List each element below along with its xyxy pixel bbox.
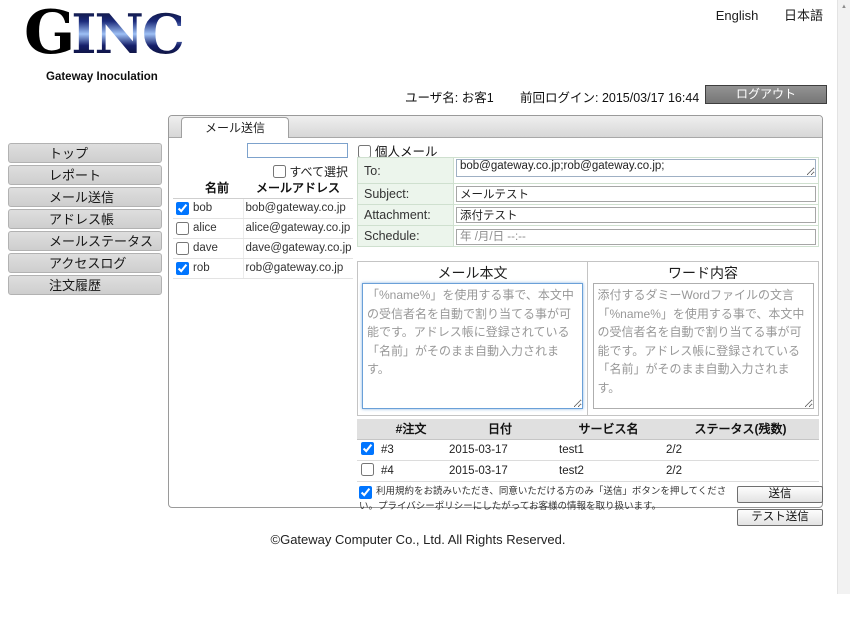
lang-link-japanese[interactable]: 日本語 bbox=[784, 8, 823, 23]
logo-wordmark: GINC bbox=[24, 4, 183, 77]
subject-input[interactable] bbox=[456, 186, 816, 202]
logout-button[interactable]: ログアウト bbox=[705, 85, 827, 104]
agreement-block: 利用規約をお読みいただき、同意いただける方のみ「送信」ボタンを押してください。プ… bbox=[359, 485, 737, 514]
order-header-checkbox-col bbox=[357, 419, 377, 439]
order-header-status: ステータス(残数) bbox=[662, 419, 819, 439]
order-header-service: サービス名 bbox=[555, 419, 662, 439]
schedule-input[interactable] bbox=[456, 229, 816, 245]
order-service: test2 bbox=[555, 460, 662, 481]
mail-send-panel: メール送信 すべて選択 名前 メールアドレス bob bob@gateway.c… bbox=[168, 115, 823, 508]
address-header-row: 名前 メールアドレス bbox=[173, 178, 353, 198]
page-scrollbar[interactable]: ▲ bbox=[837, 0, 850, 594]
order-row: #4 2015-03-17 test2 2/2 bbox=[357, 460, 819, 481]
address-search-input[interactable] bbox=[247, 143, 348, 158]
order-row-checkbox[interactable] bbox=[361, 442, 374, 455]
scroll-up-icon[interactable]: ▲ bbox=[838, 3, 850, 11]
send-button[interactable]: 送信 bbox=[737, 486, 823, 503]
select-all-checkbox[interactable] bbox=[273, 165, 286, 178]
tab-strip: メール送信 bbox=[169, 116, 822, 138]
address-header-checkbox-col bbox=[173, 178, 191, 198]
address-email: bob@gateway.co.jp bbox=[243, 198, 353, 218]
lang-link-english[interactable]: English bbox=[716, 8, 759, 23]
to-input[interactable]: bob@gateway.co.jp;rob@gateway.co.jp; bbox=[456, 159, 816, 177]
address-header-name: 名前 bbox=[191, 178, 243, 198]
sidebar-item-top[interactable]: トップ bbox=[8, 143, 162, 163]
mail-body-title: メール本文 bbox=[358, 262, 587, 283]
select-all-label: すべて選択 bbox=[289, 165, 348, 179]
order-header-row: #注文 日付 サービス名 ステータス(残数) bbox=[357, 419, 819, 439]
sidebar-item-access-log[interactable]: アクセスログ bbox=[8, 253, 162, 273]
address-header-email: メールアドレス bbox=[243, 178, 353, 198]
mail-body-textarea[interactable] bbox=[362, 283, 583, 409]
address-row-checkbox[interactable] bbox=[176, 242, 189, 255]
schedule-row: Schedule: bbox=[358, 226, 819, 247]
schedule-label: Schedule: bbox=[358, 226, 454, 247]
word-content-title: ワード内容 bbox=[588, 262, 818, 283]
logo-g-mark: G bbox=[24, 0, 71, 68]
order-id: #4 bbox=[377, 460, 445, 481]
sidebar-item-report[interactable]: レポート bbox=[8, 165, 162, 185]
sidebar: トップ レポート メール送信 アドレス帳 メールステータス アクセスログ 注文履… bbox=[8, 143, 162, 297]
address-row-checkbox[interactable] bbox=[176, 202, 189, 215]
order-date: 2015-03-17 bbox=[445, 460, 555, 481]
order-header-date: 日付 bbox=[445, 419, 555, 439]
subject-row: Subject: bbox=[358, 184, 819, 205]
order-id: #3 bbox=[377, 439, 445, 460]
language-switcher: English 日本語 bbox=[694, 5, 823, 24]
to-label: To: bbox=[358, 158, 454, 184]
sidebar-item-mail-status[interactable]: メールステータス bbox=[8, 231, 162, 251]
address-row: alice alice@gateway.co.jp bbox=[173, 218, 353, 238]
word-content-textarea[interactable] bbox=[593, 283, 814, 409]
sidebar-item-address-book[interactable]: アドレス帳 bbox=[8, 209, 162, 229]
sidebar-item-mail-send[interactable]: メール送信 bbox=[8, 187, 162, 207]
user-bar: ユーザ名: お客1 前回ログイン: 2015/03/17 16:44 ログアウト bbox=[0, 85, 828, 105]
order-table: #注文 日付 サービス名 ステータス(残数) #3 2015-03-17 tes… bbox=[357, 419, 819, 482]
address-email: rob@gateway.co.jp bbox=[243, 258, 353, 278]
tab-mail-send[interactable]: メール送信 bbox=[181, 117, 289, 138]
address-name: rob bbox=[191, 258, 243, 278]
address-name: dave bbox=[191, 238, 243, 258]
page: GINC Gateway Inoculation English 日本語 ユーザ… bbox=[0, 0, 850, 630]
order-status: 2/2 bbox=[662, 439, 819, 460]
sidebar-item-order-history[interactable]: 注文履歴 bbox=[8, 275, 162, 295]
agreement-checkbox[interactable] bbox=[359, 486, 372, 499]
word-content-section: ワード内容 bbox=[588, 261, 819, 416]
address-name: bob bbox=[191, 198, 243, 218]
address-row: rob rob@gateway.co.jp bbox=[173, 258, 353, 278]
panel-content: すべて選択 名前 メールアドレス bob bob@gateway.co.jp a… bbox=[169, 138, 822, 507]
agreement-text: 利用規約をお読みいただき、同意いただける方のみ「送信」ボタンを押してください。プ… bbox=[359, 486, 726, 512]
order-header-id: #注文 bbox=[377, 419, 445, 439]
last-login-label: 前回ログイン: 2015/03/17 16:44 bbox=[520, 87, 699, 106]
mail-body-section: メール本文 bbox=[357, 261, 588, 416]
logo-inc-text: INC bbox=[71, 2, 183, 66]
attachment-label: Attachment: bbox=[358, 205, 454, 226]
order-row-checkbox[interactable] bbox=[361, 463, 374, 476]
compose-form: To: bob@gateway.co.jp;rob@gateway.co.jp;… bbox=[357, 157, 819, 247]
address-row-checkbox[interactable] bbox=[176, 222, 189, 235]
subject-label: Subject: bbox=[358, 184, 454, 205]
logo: GINC Gateway Inoculation bbox=[24, 4, 183, 83]
address-email: alice@gateway.co.jp bbox=[243, 218, 353, 238]
order-row: #3 2015-03-17 test1 2/2 bbox=[357, 439, 819, 460]
address-row-checkbox[interactable] bbox=[176, 262, 189, 275]
address-email: dave@gateway.co.jp bbox=[243, 238, 353, 258]
attachment-input[interactable] bbox=[456, 207, 816, 223]
address-row: dave dave@gateway.co.jp bbox=[173, 238, 353, 258]
test-send-button[interactable]: テスト送信 bbox=[737, 509, 823, 526]
address-name: alice bbox=[191, 218, 243, 238]
to-row: To: bob@gateway.co.jp;rob@gateway.co.jp; bbox=[358, 158, 819, 184]
attachment-row: Attachment: bbox=[358, 205, 819, 226]
text-zones: メール本文 ワード内容 bbox=[357, 261, 819, 416]
order-status: 2/2 bbox=[662, 460, 819, 481]
username-label: ユーザ名: お客1 bbox=[405, 87, 494, 106]
address-row: bob bob@gateway.co.jp bbox=[173, 198, 353, 218]
order-service: test1 bbox=[555, 439, 662, 460]
order-date: 2015-03-17 bbox=[445, 439, 555, 460]
footer-copyright: ©Gateway Computer Co., Ltd. All Rights R… bbox=[0, 532, 836, 547]
address-table: 名前 メールアドレス bob bob@gateway.co.jp alice a… bbox=[173, 178, 353, 279]
